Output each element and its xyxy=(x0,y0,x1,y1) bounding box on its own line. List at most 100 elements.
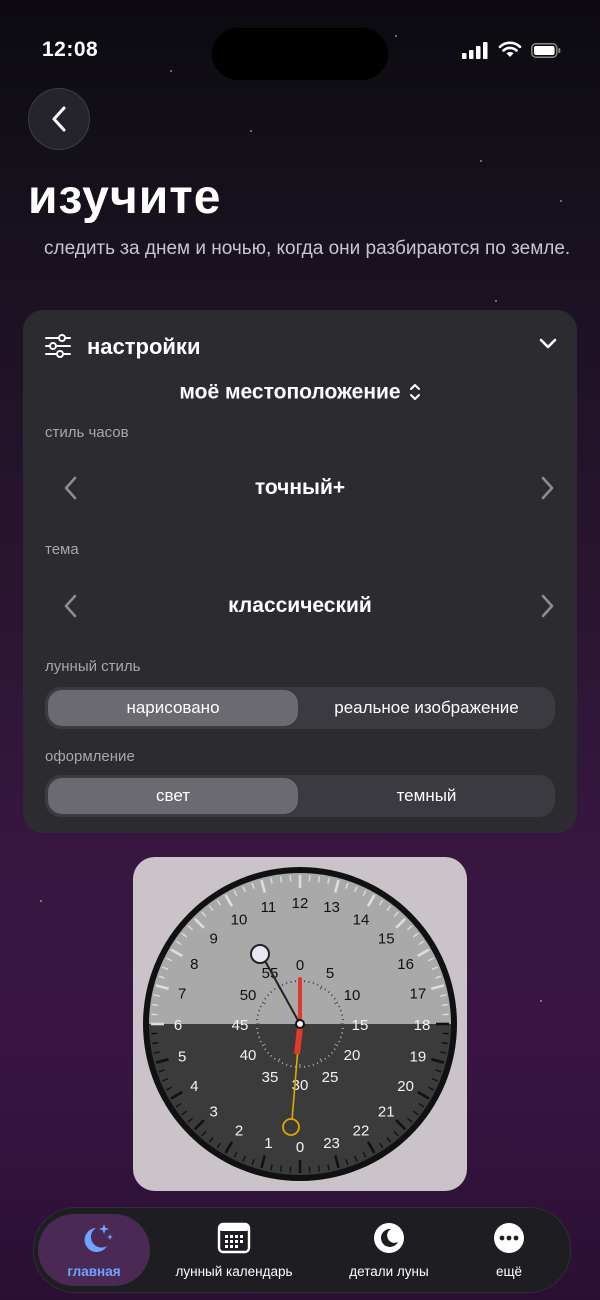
theme-next-icon[interactable] xyxy=(541,594,555,618)
dynamic-island xyxy=(212,28,388,80)
tab-moon-details[interactable]: детали луны xyxy=(334,1222,444,1279)
moon-style-option-real[interactable]: реальное изображение xyxy=(301,690,552,726)
clock-hour-label: 6 xyxy=(174,1017,182,1034)
battery-icon xyxy=(531,43,561,58)
clock-hour-label: 13 xyxy=(323,899,340,916)
clock-minute-tick xyxy=(257,1036,261,1039)
location-selector[interactable]: моё местоположение xyxy=(23,380,577,404)
clock-hour-tick xyxy=(279,1165,283,1172)
tab-lunar-calendar-label: лунный календарь xyxy=(175,1264,293,1279)
clock-minute-label: 10 xyxy=(344,987,361,1004)
page-description: следить за днем и ночью, когда они разби… xyxy=(44,238,571,259)
clock-hour-label: 23 xyxy=(323,1135,340,1152)
star xyxy=(495,300,497,302)
clock-style-stepper: точный+ xyxy=(23,468,577,508)
star xyxy=(480,160,482,162)
moon-icon xyxy=(374,1223,404,1253)
clock-preview-card: 0 1 2 3 4 5 6 7 8 9 10 11 12 13 14 15 16 17 18 19 20 21 22 23 0 5… xyxy=(133,857,467,1191)
clock-minute-label: 15 xyxy=(352,1017,369,1034)
cellular-signal-icon xyxy=(462,42,488,59)
clock-hour-label: 15 xyxy=(378,931,395,948)
status-bar: 12:08 xyxy=(0,0,600,90)
clock-hour-label: 16 xyxy=(397,956,414,973)
clock-hour-tick xyxy=(441,1041,448,1045)
clock-hour-label: 11 xyxy=(261,899,277,916)
clock-hour-label: 14 xyxy=(353,911,370,928)
back-button[interactable] xyxy=(28,88,90,150)
clock-hour-label: 19 xyxy=(409,1049,426,1066)
moon-style-label: лунный стиль xyxy=(45,658,141,675)
clock-minute-label: 20 xyxy=(344,1047,361,1064)
page-title: изучите xyxy=(28,171,222,224)
star xyxy=(40,900,42,902)
theme-label: тема xyxy=(45,541,79,558)
clock-hour-label: 10 xyxy=(231,911,248,928)
clock-hour-label: 12 xyxy=(292,895,309,912)
clock-minute-tick xyxy=(312,981,315,985)
clock-hour-label: 4 xyxy=(190,1078,198,1095)
clock-hour-label: 5 xyxy=(178,1049,186,1066)
clock-minute-label: 25 xyxy=(322,1069,339,1086)
clock-hour-label: 0 xyxy=(296,1139,304,1156)
wifi-icon xyxy=(498,41,522,57)
star xyxy=(250,130,252,132)
clock-hour-tick xyxy=(317,876,321,883)
clock-minute-label: 50 xyxy=(240,987,257,1004)
clock-minute-tick xyxy=(339,1009,343,1012)
appearance-option-dark[interactable]: темный xyxy=(301,778,552,814)
star xyxy=(560,200,562,202)
clock-hour-label: 1 xyxy=(264,1135,272,1152)
clock-hour-tick xyxy=(441,1003,448,1007)
clock-minute-tick xyxy=(257,1009,261,1012)
clock-minute-tick xyxy=(285,981,288,985)
clock-hour-label: 7 xyxy=(178,985,186,1002)
clock-hour-label: 20 xyxy=(397,1078,414,1095)
clock-hour-label: 22 xyxy=(353,1123,370,1140)
status-time: 12:08 xyxy=(42,38,99,61)
clock-minute-label: 5 xyxy=(326,965,334,982)
moon-style-segmented: нарисовано реальное изображение xyxy=(45,687,555,729)
clock-minute-label: 45 xyxy=(232,1017,249,1034)
settings-title: настройки xyxy=(87,334,201,359)
tab-more-label: ещё xyxy=(495,1264,523,1279)
clock-minute-label: 35 xyxy=(262,1069,279,1086)
tab-bar: главная лунный календарь детали луны ещё xyxy=(33,1207,571,1293)
clock-hour-tick xyxy=(317,1165,321,1172)
sliders-icon xyxy=(45,334,71,358)
chevron-left-icon xyxy=(52,106,66,132)
location-label: моё местоположение xyxy=(179,380,401,404)
clock-hour-label: 18 xyxy=(414,1017,431,1034)
theme-value: классический xyxy=(228,594,372,617)
moon-style-option-drawn[interactable]: нарисовано xyxy=(48,690,298,726)
tab-home-label: главная xyxy=(67,1264,121,1279)
clock-hour-label: 3 xyxy=(210,1103,218,1120)
clock-hour-label: 8 xyxy=(190,956,198,973)
more-icon xyxy=(494,1223,524,1253)
clock-moon-marker xyxy=(250,944,270,964)
up-down-chevron-icon xyxy=(409,384,420,401)
clock-hour-tick xyxy=(152,1003,159,1007)
clock-hour-label: 2 xyxy=(235,1123,243,1140)
clock-minute-hand xyxy=(294,1027,303,1055)
theme-stepper: классический xyxy=(23,586,577,626)
clock-style-next-icon[interactable] xyxy=(541,476,555,500)
tab-moon-details-label: детали луны xyxy=(349,1264,429,1279)
clock-center-pin xyxy=(295,1019,305,1029)
clock-style-value: точный+ xyxy=(254,476,346,499)
clock-face: 01234567891011 12 13141516171819202122230 5… xyxy=(143,867,457,1181)
tab-lunar-calendar[interactable]: лунный календарь xyxy=(164,1222,304,1279)
moon-stars-icon xyxy=(84,1224,113,1252)
appearance-option-light[interactable]: свет xyxy=(48,778,298,814)
clock-style-label: стиль часов xyxy=(45,424,129,441)
appearance-label: оформление xyxy=(45,748,135,765)
collapse-chevron-icon[interactable] xyxy=(539,338,557,350)
clock-minute-tick xyxy=(339,1036,343,1039)
clock-minute-tick xyxy=(285,1063,288,1067)
clock-hour-tick xyxy=(152,1041,159,1045)
star xyxy=(540,1000,542,1002)
clock-minute-label: 40 xyxy=(240,1047,257,1064)
clock-hour-label: 9 xyxy=(210,931,218,948)
tab-more[interactable]: ещё xyxy=(474,1222,544,1279)
tab-home[interactable]: главная xyxy=(44,1222,144,1279)
calendar-icon xyxy=(217,1222,251,1254)
